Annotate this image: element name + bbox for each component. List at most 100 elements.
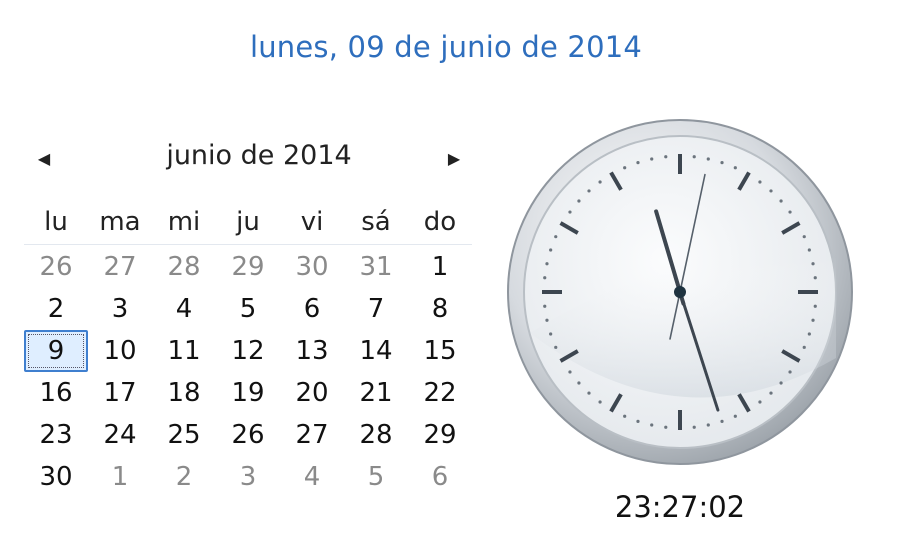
day-cell[interactable]: 18	[152, 372, 216, 414]
minute-dot	[549, 248, 553, 252]
minute-dot	[779, 199, 783, 203]
day-cell[interactable]: 22	[408, 372, 472, 414]
minute-dot	[577, 199, 581, 203]
day-cell[interactable]: 4	[152, 288, 216, 330]
minute-dot	[720, 419, 724, 423]
day-cell[interactable]: 16	[24, 372, 88, 414]
month-title[interactable]: junio de 2014	[124, 140, 394, 171]
day-cell[interactable]: 10	[88, 330, 152, 372]
day-cell[interactable]: 2	[152, 456, 216, 498]
digital-time: 23:27:02	[614, 490, 746, 524]
minute-dot	[587, 391, 591, 395]
full-date-header[interactable]: lunes, 09 de junio de 2014	[0, 30, 892, 64]
minute-dot	[720, 161, 724, 165]
day-cell[interactable]: 26	[216, 414, 280, 456]
minute-dot	[733, 414, 737, 418]
minute-dot	[650, 423, 654, 427]
day-cell[interactable]: 28	[152, 246, 216, 288]
triangle-left-icon: ◀	[37, 148, 51, 168]
triangle-right-icon: ▶	[447, 148, 461, 168]
previous-month-button[interactable]: ◀	[32, 146, 56, 170]
minute-dot	[692, 425, 696, 429]
day-cell[interactable]: 17	[88, 372, 152, 414]
minute-dot	[568, 210, 572, 214]
weekday-label: do	[423, 207, 457, 237]
weekday-label: ma	[99, 207, 141, 237]
day-cell[interactable]: 7	[344, 288, 408, 330]
day-cell[interactable]: 25	[152, 414, 216, 456]
minute-dot	[664, 425, 668, 429]
day-cell[interactable]: 20	[280, 372, 344, 414]
day-cell[interactable]: 30	[24, 456, 88, 498]
minute-dot	[813, 276, 817, 280]
day-cell[interactable]: 4	[280, 456, 344, 498]
day-cell[interactable]: 13	[280, 330, 344, 372]
day-cell[interactable]: 24	[88, 414, 152, 456]
minute-dot	[549, 332, 553, 336]
day-cell[interactable]: 1	[408, 246, 472, 288]
day-cell[interactable]: 12	[216, 330, 280, 372]
minute-dot	[706, 423, 710, 427]
days-grid: 26 27 28 29 30 31 1 2 3 4 5 6 7 8 9 10 11 12 13 14 15 16 17 18 1…	[24, 246, 472, 498]
minute-dot	[545, 262, 549, 266]
minute-dot	[758, 400, 762, 404]
day-cell[interactable]: 28	[344, 414, 408, 456]
day-cell[interactable]: 6	[280, 288, 344, 330]
day-cell[interactable]: 5	[344, 456, 408, 498]
weekday-label: lu	[44, 207, 68, 237]
day-cell[interactable]: 21	[344, 372, 408, 414]
day-cell[interactable]: 3	[216, 456, 280, 498]
minute-dot	[802, 235, 806, 239]
minute-dot	[807, 332, 811, 336]
day-cell[interactable]: 2	[24, 288, 88, 330]
minute-dot	[568, 370, 572, 374]
day-cell[interactable]: 27	[88, 246, 152, 288]
center-pin	[674, 286, 686, 298]
minute-dot	[758, 180, 762, 184]
day-cell[interactable]: 6	[408, 456, 472, 498]
day-cell[interactable]: 19	[216, 372, 280, 414]
minute-dot	[813, 304, 817, 308]
weekday-label: vi	[300, 207, 324, 237]
minute-dot	[587, 189, 591, 193]
minute-dot	[769, 189, 773, 193]
day-cell[interactable]: 29	[216, 246, 280, 288]
day-cell[interactable]: 23	[24, 414, 88, 456]
day-cell[interactable]: 3	[88, 288, 152, 330]
next-month-button[interactable]: ▶	[442, 146, 466, 170]
day-cell-today[interactable]: 9	[24, 330, 88, 372]
minute-dot	[554, 345, 558, 349]
day-cell[interactable]: 14	[344, 330, 408, 372]
day-cell[interactable]: 1	[88, 456, 152, 498]
day-cell[interactable]: 29	[408, 414, 472, 456]
day-cell[interactable]: 15	[408, 330, 472, 372]
day-cell[interactable]: 5	[216, 288, 280, 330]
day-cell[interactable]: 31	[344, 246, 408, 288]
day-cell[interactable]: 26	[24, 246, 88, 288]
minute-dot	[636, 419, 640, 423]
minute-dot	[577, 381, 581, 385]
weekday-label: ju	[236, 207, 260, 237]
minute-dot	[733, 166, 737, 170]
minute-dot	[779, 381, 783, 385]
minute-dot	[636, 161, 640, 165]
analog-clock	[506, 118, 854, 466]
minute-dot	[811, 262, 815, 266]
minute-dot	[692, 155, 696, 159]
weekday-header-row: lu ma mi ju vi sá do	[24, 204, 472, 245]
day-cell[interactable]: 8	[408, 288, 472, 330]
day-cell[interactable]: 11	[152, 330, 216, 372]
minute-dot	[545, 318, 549, 322]
minute-dot	[802, 345, 806, 349]
minute-dot	[623, 166, 627, 170]
minute-dot	[650, 157, 654, 161]
day-cell[interactable]: 30	[280, 246, 344, 288]
clock-face	[507, 119, 853, 465]
weekday-label: mi	[167, 207, 201, 237]
day-cell[interactable]: 27	[280, 414, 344, 456]
minute-dot	[769, 391, 773, 395]
minute-dot	[598, 400, 602, 404]
minute-dot	[811, 318, 815, 322]
minute-dot	[543, 304, 547, 308]
weekday-label: sá	[361, 207, 391, 237]
